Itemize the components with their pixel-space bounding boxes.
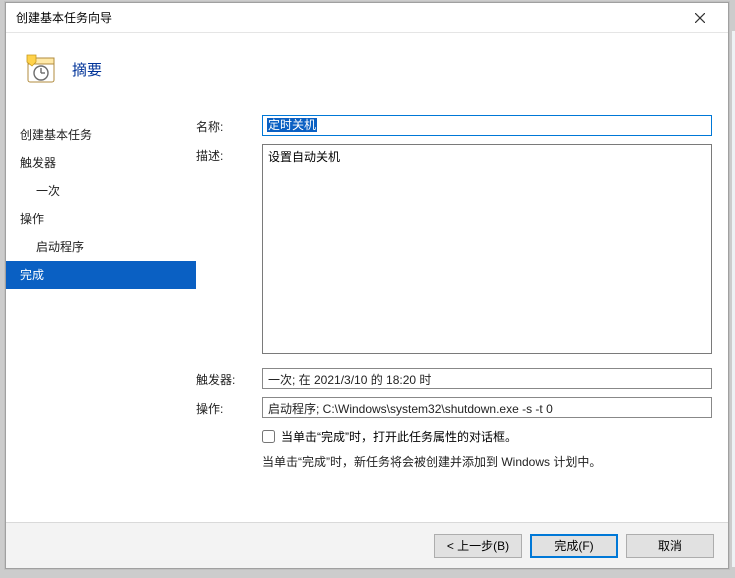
close-icon — [695, 13, 705, 23]
summary-icon — [24, 52, 58, 86]
window-title: 创建基本任务向导 — [16, 9, 112, 26]
action-label: 操作: — [196, 397, 262, 418]
name-label: 名称: — [196, 115, 262, 136]
back-button[interactable]: < 上一步(B) — [434, 534, 522, 558]
wizard-window: 创建基本任务向导 摘要 创建基本任务触发器一次操作启动程序完成 名称: — [5, 2, 729, 569]
open-properties-checkbox[interactable] — [262, 430, 275, 443]
wizard-step-3[interactable]: 操作 — [6, 205, 196, 233]
page-heading: 摘要 — [72, 59, 102, 80]
wizard-step-5[interactable]: 完成 — [6, 261, 196, 289]
footer-hint: 当单击“完成”时，新任务将会被创建并添加到 Windows 计划中。 — [262, 451, 712, 470]
summary-form: 名称: 定时关机 描述: 设置自动关机 触发器: 一次; 在 2021/3/10… — [196, 115, 712, 522]
open-properties-label: 当单击“完成”时，打开此任务属性的对话框。 — [281, 428, 517, 445]
action-value[interactable]: 启动程序; C:\Windows\system32\shutdown.exe -… — [262, 397, 712, 418]
description-label: 描述: — [196, 144, 262, 354]
trigger-label: 触发器: — [196, 368, 262, 389]
description-textarea[interactable]: 设置自动关机 — [262, 144, 712, 354]
wizard-step-0[interactable]: 创建基本任务 — [6, 121, 196, 149]
wizard-footer: < 上一步(B) 完成(F) 取消 — [6, 522, 728, 568]
wizard-step-2[interactable]: 一次 — [6, 177, 196, 205]
wizard-step-4[interactable]: 启动程序 — [6, 233, 196, 261]
close-button[interactable] — [680, 4, 720, 32]
wizard-header: 摘要 — [6, 33, 728, 105]
trigger-value[interactable]: 一次; 在 2021/3/10 的 18:20 时 — [262, 368, 712, 389]
wizard-step-1[interactable]: 触发器 — [6, 149, 196, 177]
wizard-steps-sidebar: 创建基本任务触发器一次操作启动程序完成 — [6, 115, 196, 522]
name-input[interactable]: 定时关机 — [262, 115, 712, 136]
finish-button[interactable]: 完成(F) — [530, 534, 618, 558]
cancel-button[interactable]: 取消 — [626, 534, 714, 558]
titlebar: 创建基本任务向导 — [6, 3, 728, 33]
